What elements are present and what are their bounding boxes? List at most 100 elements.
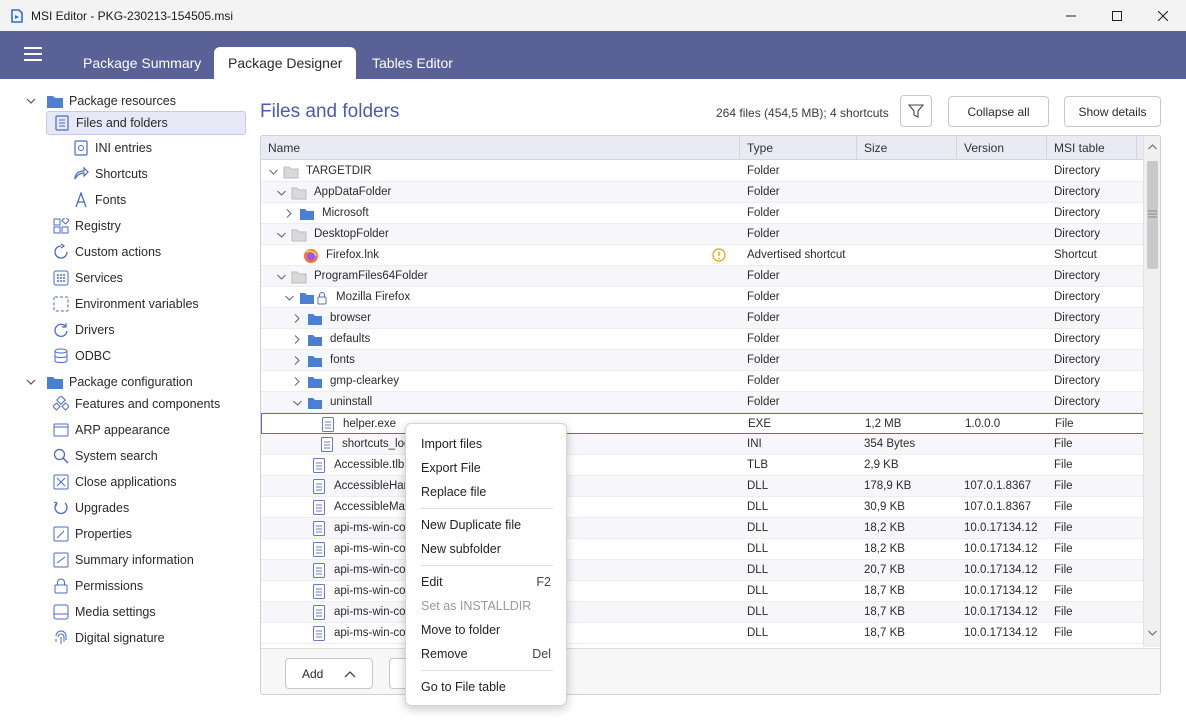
menu-item-import-files[interactable]: Import files: [406, 432, 566, 456]
folder-icon: [307, 374, 323, 390]
menu-item-move-to-folder[interactable]: Move to folder: [406, 618, 566, 642]
sidebar-item-summary-information[interactable]: Summary information: [52, 548, 194, 572]
sidebar-item-label: Features and components: [75, 397, 221, 411]
table-row[interactable]: AppDataFolder Folder Directory: [261, 182, 1144, 203]
chevron-down-icon[interactable]: [275, 266, 287, 287]
collapse-all-button[interactable]: Collapse all: [948, 96, 1049, 127]
table-row[interactable]: shortcuts_log INI 354 Bytes File: [261, 434, 1144, 455]
table-row[interactable]: Microsoft Folder Directory: [261, 203, 1144, 224]
cell-name: defaults: [291, 329, 731, 350]
show-details-button[interactable]: Show details: [1064, 96, 1161, 127]
sidebar-item-environment-variables[interactable]: Environment variables: [52, 292, 199, 316]
sidebar-item-services[interactable]: Services: [52, 266, 123, 290]
table-row[interactable]: Mozilla Firefox Folder Directory: [261, 287, 1144, 308]
chevron-down-icon: [26, 98, 36, 104]
cell-type: DLL: [747, 606, 769, 618]
tab-package-designer[interactable]: Package Designer: [214, 47, 357, 79]
sidebar-item-shortcuts[interactable]: Shortcuts: [72, 162, 148, 186]
chevron-right-icon[interactable]: [283, 203, 295, 224]
row-name-label: api-ms-win-core: [334, 543, 416, 555]
table-row[interactable]: helper.exe EXE 1,2 MB 1.0.0.0 File: [261, 413, 1144, 434]
menu-item-replace-file[interactable]: Replace file: [406, 480, 566, 504]
sidebar-item-custom-actions[interactable]: Custom actions: [52, 240, 161, 264]
sidebar-item-fonts[interactable]: Fonts: [72, 188, 126, 212]
minimize-button[interactable]: [1048, 0, 1094, 31]
sidebar-item-arp-appearance[interactable]: ARP appearance: [52, 418, 170, 442]
table-row[interactable]: browser Folder Directory: [261, 308, 1144, 329]
column-header-name[interactable]: Name: [261, 136, 740, 160]
sidebar-group-package-configuration[interactable]: Package configuration: [26, 370, 193, 394]
chevron-right-icon[interactable]: [291, 329, 303, 350]
sidebar-item-label: Digital signature: [75, 631, 165, 645]
maximize-button[interactable]: [1094, 0, 1140, 31]
close-icon: [1158, 10, 1168, 21]
sidebar-item-media-settings[interactable]: Media settings: [52, 600, 156, 624]
tab-package-summary[interactable]: Package Summary: [69, 47, 215, 79]
sidebar-item-files-and-folders[interactable]: Files and folders: [46, 111, 246, 135]
sidebar-item-registry[interactable]: Registry: [52, 214, 121, 238]
sidebar-item-drivers[interactable]: Drivers: [52, 318, 115, 342]
table-row[interactable]: api-ms-win-core DLL 18,7 KB 10.0.17134.12 Fi…: [261, 581, 1144, 602]
cell-msi-table: File: [1054, 585, 1073, 597]
filter-button[interactable]: [900, 95, 932, 127]
folder-icon: [299, 206, 315, 222]
sidebar-item-permissions[interactable]: Permissions: [52, 574, 143, 598]
summary-info-icon: [52, 551, 70, 569]
table-row[interactable]: api-ms-win-core DLL 18,2 KB 10.0.17134.12 Fi…: [261, 518, 1144, 539]
column-header-type[interactable]: Type: [740, 136, 857, 160]
table-row[interactable]: Firefox.lnk Advertised shortcut Shortcut: [261, 245, 1144, 266]
sidebar-item-odbc[interactable]: ODBC: [52, 344, 111, 368]
table-row[interactable]: gmp-clearkey Folder Directory: [261, 371, 1144, 392]
add-button[interactable]: Add: [285, 658, 373, 689]
hamburger-menu-icon[interactable]: [24, 47, 42, 61]
chevron-right-icon[interactable]: [291, 371, 303, 392]
sidebar-group-package-resources[interactable]: Package resources: [26, 89, 176, 113]
close-button[interactable]: [1140, 0, 1186, 31]
menu-item-edit[interactable]: Edit F2: [406, 570, 566, 594]
column-header-msi-table[interactable]: MSI table: [1047, 136, 1137, 160]
chevron-right-icon[interactable]: [291, 308, 303, 329]
table-row[interactable]: AccessibleHandler DLL 178,9 KB 107.0.1.8367…: [261, 476, 1144, 497]
cell-size: [864, 371, 964, 392]
chevron-down-icon[interactable]: [291, 392, 303, 413]
cell-name: Firefox.lnk: [287, 245, 731, 266]
sidebar-item-features-and-components[interactable]: Features and components: [52, 392, 220, 416]
sidebar-item-ini-entries[interactable]: INI entries: [72, 136, 152, 160]
table-row[interactable]: fonts Folder Directory: [261, 350, 1144, 371]
table-row[interactable]: defaults Folder Directory: [261, 329, 1144, 350]
sidebar-item-properties[interactable]: Properties: [52, 522, 132, 546]
tab-tables-editor[interactable]: Tables Editor: [358, 47, 467, 79]
chevron-down-icon[interactable]: [275, 224, 287, 245]
menu-item-export-file[interactable]: Export File: [406, 456, 566, 480]
document-icon: [53, 114, 71, 132]
chevron-down-icon[interactable]: [275, 182, 287, 203]
menu-item-new-subfolder[interactable]: New subfolder: [406, 537, 566, 561]
table-row[interactable]: api-ms-win-core DLL 20,7 KB 10.0.17134.12 Fi…: [261, 560, 1144, 581]
column-header-version[interactable]: Version: [957, 136, 1047, 160]
sidebar-item-digital-signature[interactable]: Digital signature: [52, 626, 165, 650]
table-row[interactable]: AccessibleMarshal DLL 30,9 KB 107.0.1.8367 F…: [261, 497, 1144, 518]
table-row[interactable]: ProgramFiles64Folder Folder Directory: [261, 266, 1144, 287]
menu-item-go-to-file-table[interactable]: Go to File table: [406, 675, 566, 699]
chevron-down-icon[interactable]: [283, 287, 295, 308]
chevron-down-icon[interactable]: [267, 161, 279, 182]
table-row[interactable]: TARGETDIR Folder Directory: [261, 161, 1144, 182]
cell-type: Folder: [747, 270, 780, 282]
sidebar-item-close-applications[interactable]: Close applications: [52, 470, 176, 494]
table-row[interactable]: Accessible.tlb TLB 2,9 KB File: [261, 455, 1144, 476]
table-row[interactable]: api-ms-win-core DLL 18,2 KB 10.0.17134.12 Fi…: [261, 539, 1144, 560]
sidebar-item-label: Shortcuts: [95, 167, 148, 181]
chevron-right-icon[interactable]: [291, 350, 303, 371]
table-row[interactable]: api-ms-win-core DLL 18,7 KB 10.0.17134.12 Fi…: [261, 623, 1144, 644]
table-row[interactable]: api-ms-win-core DLL 18,7 KB 10.0.17134.12 Fi…: [261, 602, 1144, 623]
menu-item-remove[interactable]: Remove Del: [406, 642, 566, 666]
table-row[interactable]: uninstall Folder Directory: [261, 392, 1144, 413]
menu-item-new-duplicate-file[interactable]: New Duplicate file: [406, 513, 566, 537]
table-row[interactable]: DesktopFolder Folder Directory: [261, 224, 1144, 245]
sidebar-item-system-search[interactable]: System search: [52, 444, 158, 468]
sidebar-item-upgrades[interactable]: Upgrades: [52, 496, 129, 520]
vertical-scrollbar[interactable]: [1143, 136, 1160, 647]
column-header-size[interactable]: Size: [857, 136, 957, 160]
sidebar-item-label: ODBC: [75, 349, 112, 363]
